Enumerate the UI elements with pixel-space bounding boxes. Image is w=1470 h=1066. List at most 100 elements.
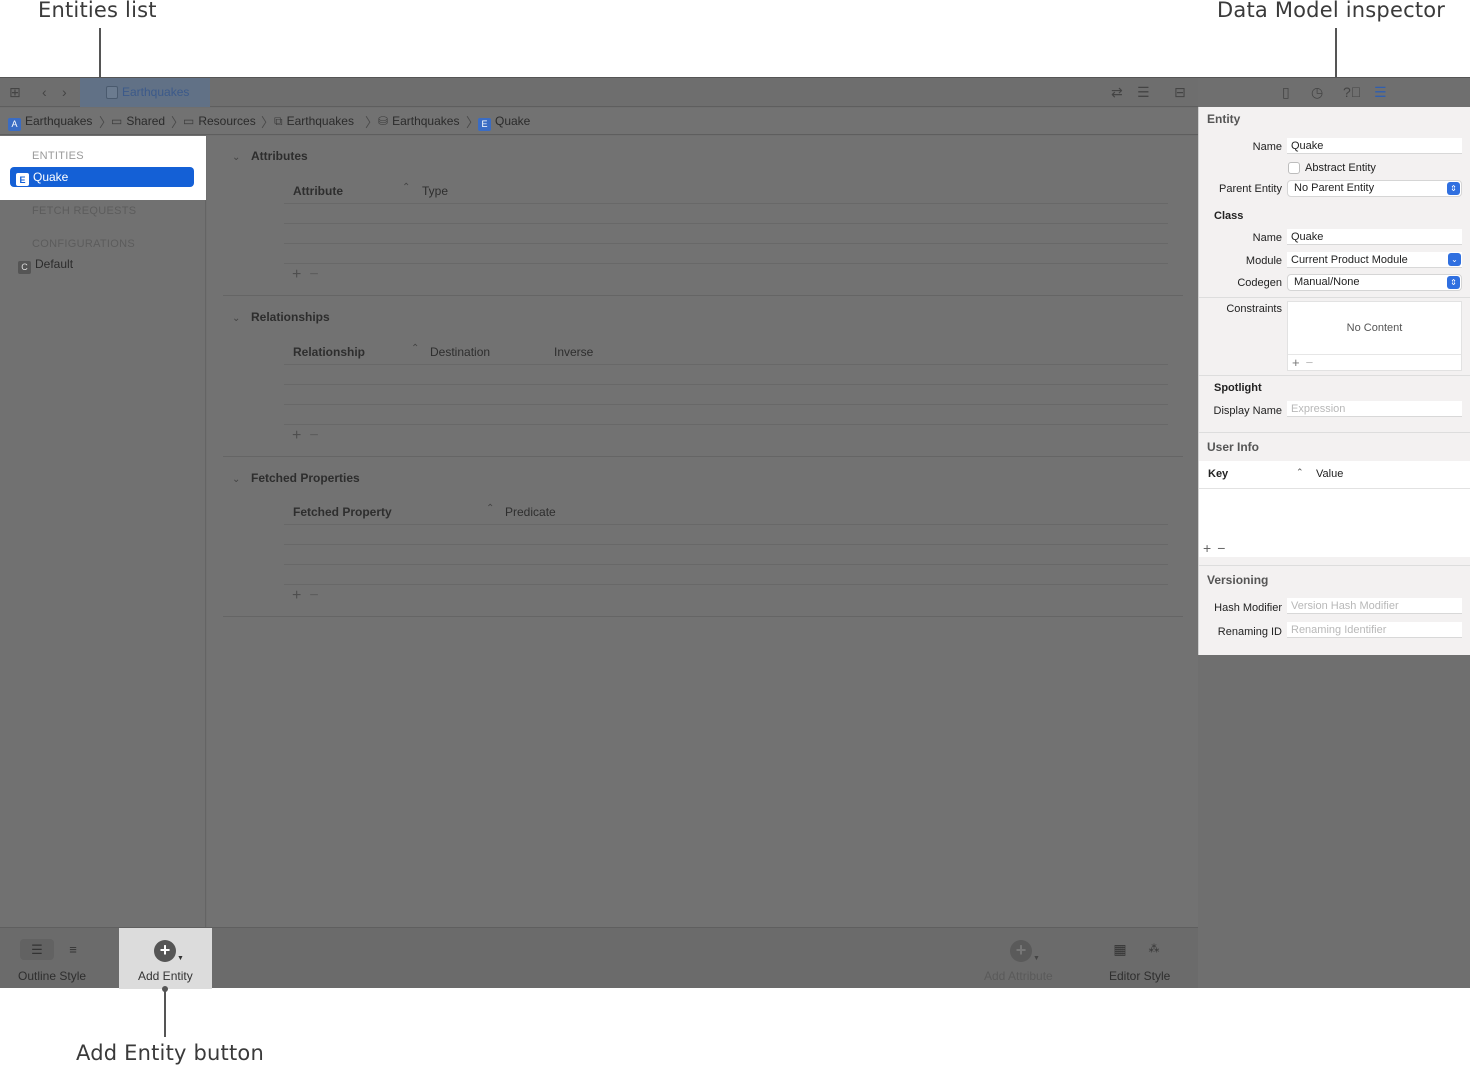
- file-inspector-icon[interactable]: ▯: [1282, 85, 1290, 99]
- graph-style-icon[interactable]: ⁂: [1142, 939, 1166, 960]
- inspector-divider: [1199, 375, 1470, 376]
- remove-constraint-minus[interactable]: −: [1306, 355, 1320, 370]
- outline-indent-icon[interactable]: ≡: [56, 939, 90, 960]
- help-inspector-icon[interactable]: ?⃝: [1343, 85, 1361, 99]
- data-model-icon: ⛁: [378, 114, 389, 128]
- breadcrumb-entity[interactable]: E Quake: [478, 114, 530, 131]
- remove-relationship-minus[interactable]: −: [309, 427, 326, 444]
- destination-column-header[interactable]: Destination: [430, 345, 490, 359]
- add-attribute-plus[interactable]: +: [292, 266, 309, 283]
- remove-user-info-minus[interactable]: −: [1217, 540, 1231, 556]
- chevron-right-icon: 〉: [365, 115, 379, 130]
- breadcrumb-resources[interactable]: ▭ Resources: [183, 114, 256, 128]
- xcode-window: ⊞ ‹ › Earthquakes ⇄ ☰ ⊟ A Earthquakes 〉 ▭…: [0, 77, 1470, 989]
- breadcrumb-project[interactable]: A Earthquakes: [8, 114, 92, 131]
- outline-style-segment[interactable]: ☰ ≡: [20, 939, 88, 960]
- value-column-header[interactable]: Value: [1316, 468, 1343, 480]
- breadcrumb-model-group[interactable]: ⧉ Earthquakes: [274, 114, 354, 129]
- constraints-table[interactable]: No Content +−: [1287, 301, 1462, 371]
- forward-arrow-icon[interactable]: ›: [62, 85, 67, 99]
- user-info-section-header: User Info: [1207, 440, 1260, 454]
- entities-sidebar: ENTITIES E Quake FETCH REQUESTS CONFIGURA…: [0, 136, 206, 927]
- grid-icon[interactable]: ⊞: [9, 85, 21, 99]
- attribute-column-header[interactable]: Attribute: [293, 184, 343, 198]
- abstract-entity-checkbox[interactable]: [1288, 162, 1300, 174]
- module-combo[interactable]: Current Product Module ⌄: [1287, 252, 1462, 268]
- add-user-info-plus[interactable]: +: [1203, 540, 1217, 556]
- entity-icon: E: [478, 118, 491, 131]
- data-model-file-icon: [106, 86, 118, 99]
- table-divider: [284, 384, 1168, 385]
- user-info-body: [1199, 489, 1470, 557]
- breadcrumb-model[interactable]: ⛁ Earthquakes: [378, 114, 459, 128]
- configuration-icon: C: [18, 261, 31, 274]
- relationship-column-header[interactable]: Relationship: [293, 345, 365, 359]
- swap-icon[interactable]: ⇄: [1111, 85, 1123, 99]
- relationships-add-remove[interactable]: +−: [292, 427, 327, 445]
- data-model-inspector-icon[interactable]: ☰: [1374, 85, 1387, 99]
- entity-item-quake[interactable]: E Quake: [10, 167, 194, 187]
- parent-entity-label: Parent Entity: [1219, 183, 1282, 195]
- configuration-label: Default: [35, 257, 74, 271]
- editor-style-segment[interactable]: ▦ ⁂: [1108, 939, 1174, 960]
- user-info-table[interactable]: Key ⌃ Value: [1199, 461, 1470, 489]
- chevron-down-icon[interactable]: ⌄: [1448, 253, 1461, 266]
- chevron-down-icon[interactable]: ⌄: [232, 313, 240, 324]
- sort-ascending-icon: ⌃: [402, 182, 411, 193]
- entity-name-label: Name: [1252, 141, 1282, 153]
- split-editor-icon[interactable]: ⊟: [1174, 85, 1186, 99]
- remove-fetched-property-minus[interactable]: −: [309, 587, 326, 604]
- lines-icon[interactable]: ☰: [1137, 85, 1150, 99]
- popup-updown-icon: ⇕: [1447, 276, 1460, 289]
- hash-modifier-field[interactable]: Version Hash Modifier: [1287, 598, 1462, 614]
- chevron-down-icon[interactable]: ⌄: [232, 152, 240, 163]
- attributes-section-title: Attributes: [251, 149, 308, 163]
- class-name-field[interactable]: Quake: [1287, 229, 1462, 245]
- section-divider: [223, 295, 1183, 296]
- history-inspector-icon[interactable]: ◷: [1311, 85, 1323, 99]
- predicate-column-header[interactable]: Predicate: [505, 505, 556, 519]
- editor-bottom-bar: ☰ ≡ Outline Style + ▼ Add Entity + ▼ Add…: [0, 927, 1198, 989]
- add-entity-button[interactable]: + ▼ Add Entity: [119, 928, 212, 989]
- display-name-field[interactable]: Expression: [1287, 401, 1462, 417]
- versioning-section-header: Versioning: [1207, 573, 1269, 587]
- attributes-add-remove[interactable]: +−: [292, 266, 327, 284]
- fetched-properties-section-title: Fetched Properties: [251, 471, 360, 485]
- configuration-item-default[interactable]: C Default: [18, 257, 73, 274]
- inspector-divider: [1199, 432, 1470, 433]
- entity-label: Quake: [33, 170, 69, 184]
- renaming-id-field[interactable]: Renaming Identifier: [1287, 622, 1462, 638]
- add-fetched-property-plus[interactable]: +: [292, 587, 309, 604]
- remove-attribute-minus[interactable]: −: [309, 266, 326, 283]
- entity-name-field[interactable]: Quake: [1287, 138, 1462, 154]
- inspector-divider: [1199, 565, 1470, 566]
- breadcrumb-shared[interactable]: ▭ Shared: [111, 114, 165, 128]
- inspector-divider: [1199, 297, 1470, 298]
- fetched-property-column-header[interactable]: Fetched Property: [293, 505, 392, 519]
- codegen-popup[interactable]: Manual/None ⇕: [1287, 274, 1462, 291]
- tab-earthquakes[interactable]: Earthquakes: [80, 78, 210, 107]
- table-divider: [284, 243, 1168, 244]
- table-style-icon[interactable]: ▦: [1108, 939, 1132, 960]
- type-column-header[interactable]: Type: [422, 184, 448, 198]
- relationships-section-title: Relationships: [251, 310, 330, 324]
- inspector-tab-bar: ▯ ◷ ?⃝ ☰: [1198, 78, 1470, 107]
- back-arrow-icon[interactable]: ‹: [42, 85, 47, 99]
- table-divider: [284, 404, 1168, 405]
- renaming-id-label: Renaming ID: [1217, 626, 1282, 638]
- table-divider: [284, 564, 1168, 565]
- outline-list-icon[interactable]: ☰: [20, 939, 54, 960]
- add-relationship-plus[interactable]: +: [292, 427, 309, 444]
- outline-style-label: Outline Style: [18, 969, 87, 983]
- table-divider: [284, 544, 1168, 545]
- inverse-column-header[interactable]: Inverse: [554, 345, 593, 359]
- codegen-label: Codegen: [1237, 277, 1282, 289]
- editor-style-label: Editor Style: [1109, 969, 1171, 983]
- entity-section-header: Entity: [1207, 112, 1241, 126]
- parent-entity-popup[interactable]: No Parent Entity ⇕: [1287, 180, 1462, 197]
- key-column-header[interactable]: Key: [1208, 468, 1228, 480]
- chevron-down-icon[interactable]: ⌄: [232, 474, 240, 485]
- add-attribute-button[interactable]: + ▼ Add Attribute: [984, 928, 1060, 989]
- add-constraint-plus[interactable]: +: [1292, 355, 1306, 370]
- fetched-properties-add-remove[interactable]: +−: [292, 587, 327, 605]
